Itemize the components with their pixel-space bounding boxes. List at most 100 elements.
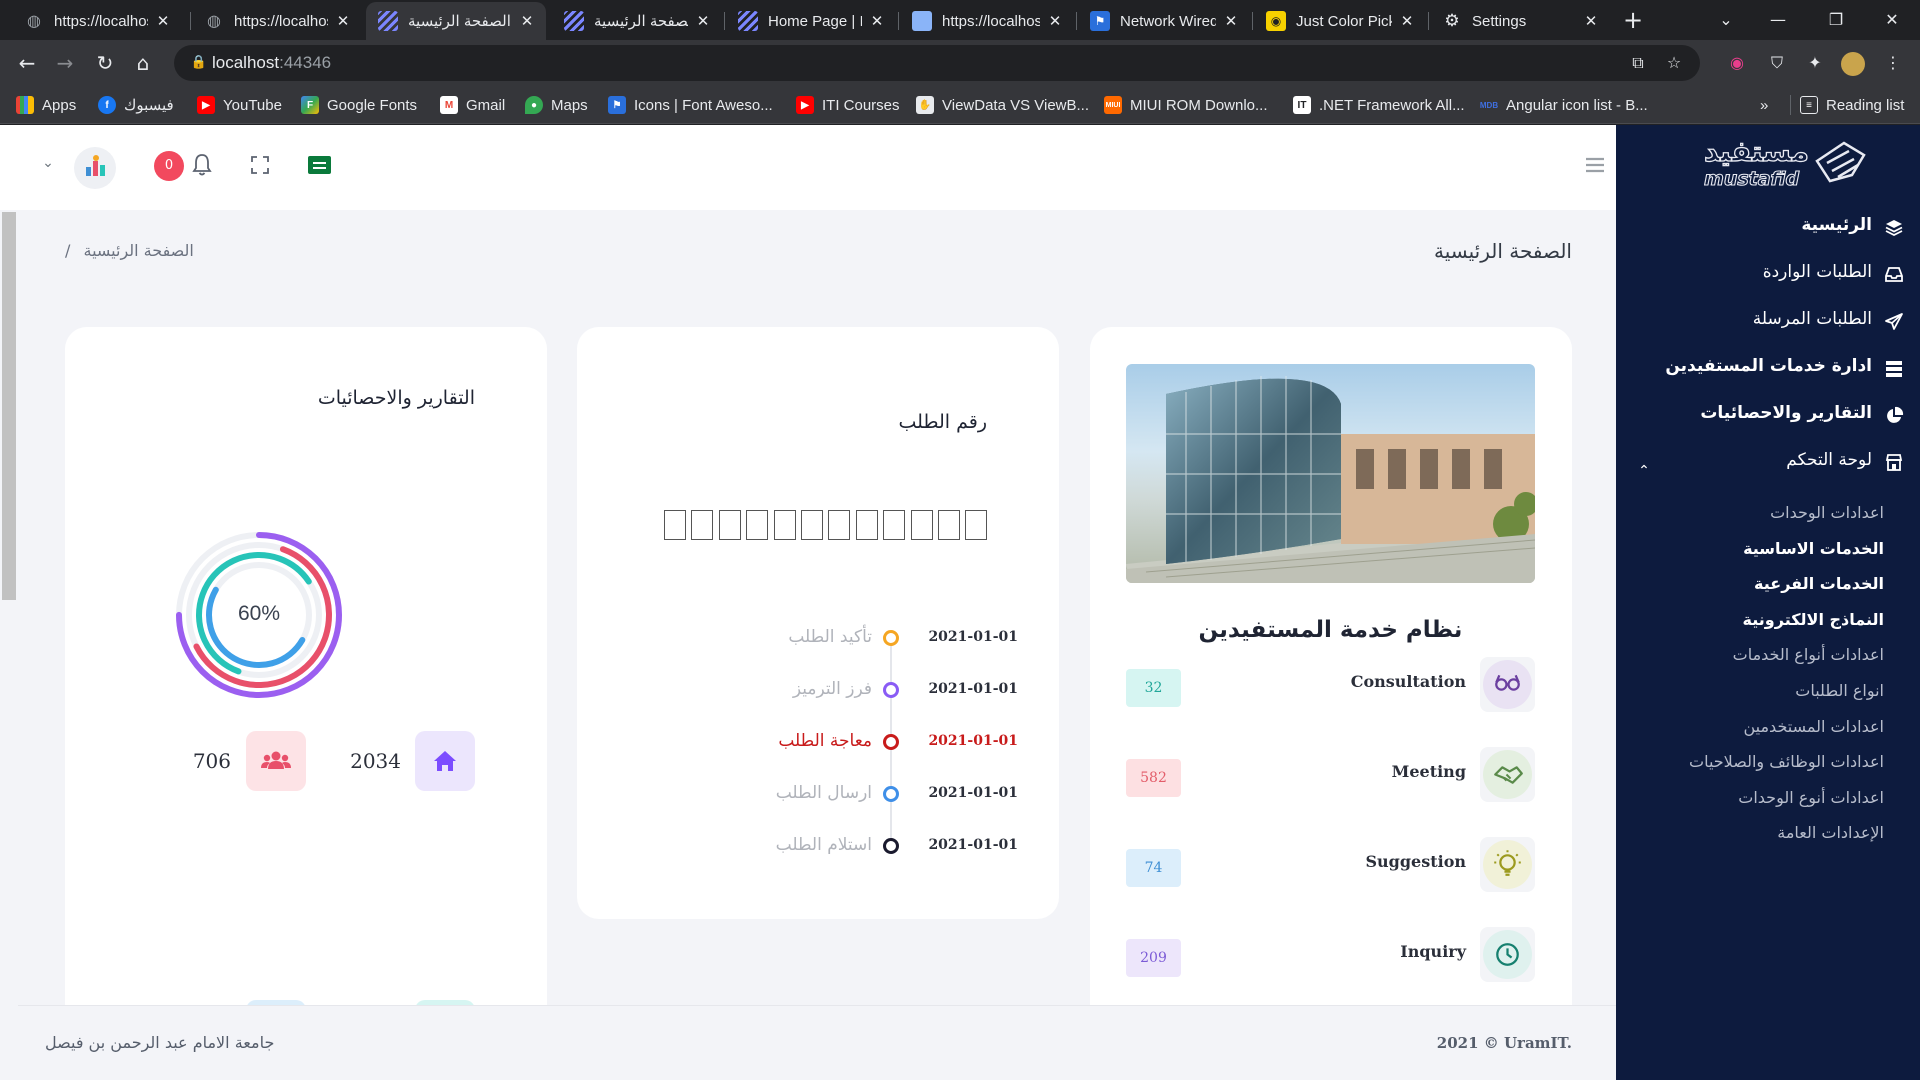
saudi-flag-icon[interactable] (308, 156, 331, 174)
browser-tab[interactable]: ⚙ Settings ✕ (1430, 2, 1610, 40)
bookmark-font-awesome[interactable]: ⚑ Icons | Font Aweso... (608, 86, 773, 124)
sidebar-subitem[interactable]: اعدادات الوحدات (1636, 503, 1884, 522)
browser-tab[interactable]: الصفحة الرئيسية ✕ (552, 2, 722, 40)
collapse-chevron-up-icon[interactable]: ⌃ (1636, 463, 1652, 479)
address-bar[interactable]: 🔒 localhost:44346 ⧉ ☆ (174, 45, 1700, 81)
sidebar-subitem[interactable]: النماذج الالكترونية (1636, 610, 1884, 629)
close-icon[interactable]: ✕ (868, 12, 886, 30)
bookmark-miui[interactable]: MIUI MIUI ROM Downlo... (1104, 86, 1268, 124)
request-digit-box[interactable] (691, 510, 714, 540)
reading-list-button[interactable]: ≡ Reading list (1800, 86, 1904, 124)
bookmark-dotnet[interactable]: IT .NET Framework All... (1293, 86, 1465, 124)
browser-tab[interactable]: https://localhost ✕ (900, 2, 1074, 40)
home-icon (434, 751, 456, 771)
sidebar-subitem[interactable]: اعدادات أنواع الخدمات (1636, 645, 1884, 664)
top-header: ⌄ 0 (0, 125, 1616, 210)
bookmark-facebook[interactable]: f فيسبوك (98, 86, 174, 124)
bookmarks-overflow-button[interactable]: » (1760, 86, 1768, 124)
handshake-icon (1480, 747, 1535, 802)
youtube-icon: ▶ (796, 96, 814, 114)
request-digit-box[interactable] (938, 510, 960, 540)
browser-tab[interactable]: ⚑ Network Wired ✕ (1078, 2, 1250, 40)
mustafid-logo-icon: مستفيد mustafid (1703, 134, 1866, 191)
close-icon[interactable]: ✕ (1222, 12, 1240, 30)
timeline-dot (883, 838, 899, 854)
request-digit-box[interactable] (828, 510, 851, 540)
notification-badge[interactable]: 0 (154, 151, 184, 181)
request-digit-box[interactable] (746, 510, 769, 540)
bookmark-iti-courses[interactable]: ▶ ITI Courses (796, 86, 900, 124)
browser-tab-active[interactable]: الصفحة الرئيسية ✕ (366, 2, 546, 40)
browser-tab[interactable]: ◉ Just Color Picker ✕ (1254, 2, 1426, 40)
close-icon[interactable]: ✕ (154, 12, 172, 30)
close-icon[interactable]: ✕ (694, 12, 712, 30)
avatar[interactable] (1838, 48, 1868, 78)
sidebar-subitem[interactable]: انواع الطلبات (1636, 681, 1884, 700)
progress-percent-label: 60% (237, 602, 281, 625)
timeline-dot (883, 630, 899, 646)
close-window-button[interactable]: ✕ (1866, 0, 1918, 40)
close-icon[interactable]: ✕ (518, 12, 536, 30)
store-icon (1884, 453, 1904, 473)
sidebar-subitem[interactable]: اعدادات أنوع الوحدات (1636, 788, 1884, 807)
timeline-date: 2021-01-01 (928, 681, 1018, 697)
request-digit-box[interactable] (801, 510, 823, 540)
new-tab-button[interactable]: + (1619, 6, 1647, 34)
sidebar-subitem[interactable]: الإعدادات العامة (1636, 823, 1884, 842)
eyedropper-icon: ◉ (1266, 11, 1286, 31)
request-digit-box[interactable] (773, 510, 796, 540)
fullscreen-icon[interactable] (250, 155, 270, 175)
restore-button[interactable]: ❐ (1810, 0, 1862, 40)
sidebar-subitem[interactable]: الخدمات الفرعية (1636, 574, 1884, 593)
stat-icon-box (415, 731, 475, 791)
sidebar-subitem[interactable]: اعدادات الوظائف والصلاحيات (1636, 752, 1884, 771)
translate-icon[interactable]: ⧉ (1626, 51, 1650, 75)
close-icon[interactable]: ✕ (1398, 12, 1416, 30)
back-arrow-icon[interactable]: ← (12, 48, 42, 78)
sidebar-subitem[interactable]: الخدمات الاساسية (1636, 539, 1884, 558)
bell-icon[interactable] (191, 153, 215, 177)
close-icon[interactable]: ✕ (1582, 12, 1600, 30)
bookmark-youtube[interactable]: ▶ YouTube (197, 86, 282, 124)
minimize-button[interactable]: — (1752, 0, 1804, 40)
home-icon[interactable]: ⌂ (128, 48, 158, 78)
request-digit-box[interactable] (855, 510, 878, 540)
request-digit-box[interactable] (664, 510, 686, 540)
bookmark-gmail[interactable]: M Gmail (440, 86, 505, 124)
extension-icon[interactable]: ◉ (1722, 48, 1752, 78)
browser-tab[interactable]: ◍ https://localhost ✕ (12, 2, 182, 40)
user-menu-chevron-icon[interactable]: ⌄ (38, 155, 58, 175)
mdb-icon: MDB (1479, 100, 1499, 110)
request-digit-box[interactable] (718, 510, 741, 540)
close-icon[interactable]: ✕ (334, 12, 352, 30)
bookmark-google-fonts[interactable]: F Google Fonts (301, 86, 417, 124)
tab-search-icon[interactable]: ⌄ (1700, 0, 1752, 40)
puzzle-icon[interactable]: ✦ (1800, 48, 1830, 78)
shield-icon[interactable]: ⛉ (1762, 48, 1792, 78)
hamburger-menu-icon[interactable] (1584, 155, 1606, 175)
browser-tab[interactable]: Home Page | IA ✕ (726, 2, 896, 40)
forward-arrow-icon[interactable]: → (50, 48, 80, 78)
miui-icon: MIUI (1104, 96, 1122, 114)
bookmark-angular-icons[interactable]: MDB Angular icon list - B... (1480, 86, 1648, 124)
reading-list-icon: ≡ (1800, 96, 1818, 114)
close-icon[interactable]: ✕ (1046, 12, 1064, 30)
scrollbar-thumb[interactable] (2, 212, 16, 600)
more-vert-icon[interactable]: ⋮ (1878, 48, 1908, 78)
bookmark-apps[interactable]: Apps (16, 86, 76, 124)
bookmark-viewdata[interactable]: ✋ ViewData VS ViewB... (916, 86, 1089, 124)
avatar[interactable] (74, 147, 116, 189)
request-digit-box[interactable] (965, 510, 988, 540)
reload-icon[interactable]: ↻ (90, 48, 120, 78)
request-digit-box[interactable] (910, 510, 933, 540)
breadcrumb-link[interactable]: الصفحة الرئيسية (83, 241, 193, 260)
sidebar-subitem[interactable]: اعدادات المستخدمين (1636, 717, 1884, 736)
browser-tab[interactable]: ◍ https://localhost ✕ (192, 2, 362, 40)
timeline-dot (883, 734, 899, 750)
bookmark-maps[interactable]: ● Maps (525, 86, 588, 124)
app-logo[interactable]: مستفيد mustafid (1703, 133, 1884, 203)
bookmark-star-icon[interactable]: ☆ (1662, 51, 1686, 75)
lightbulb-icon (1480, 837, 1535, 892)
request-digit-box[interactable] (883, 510, 906, 540)
timeline-date: 2021-01-01 (928, 733, 1018, 749)
